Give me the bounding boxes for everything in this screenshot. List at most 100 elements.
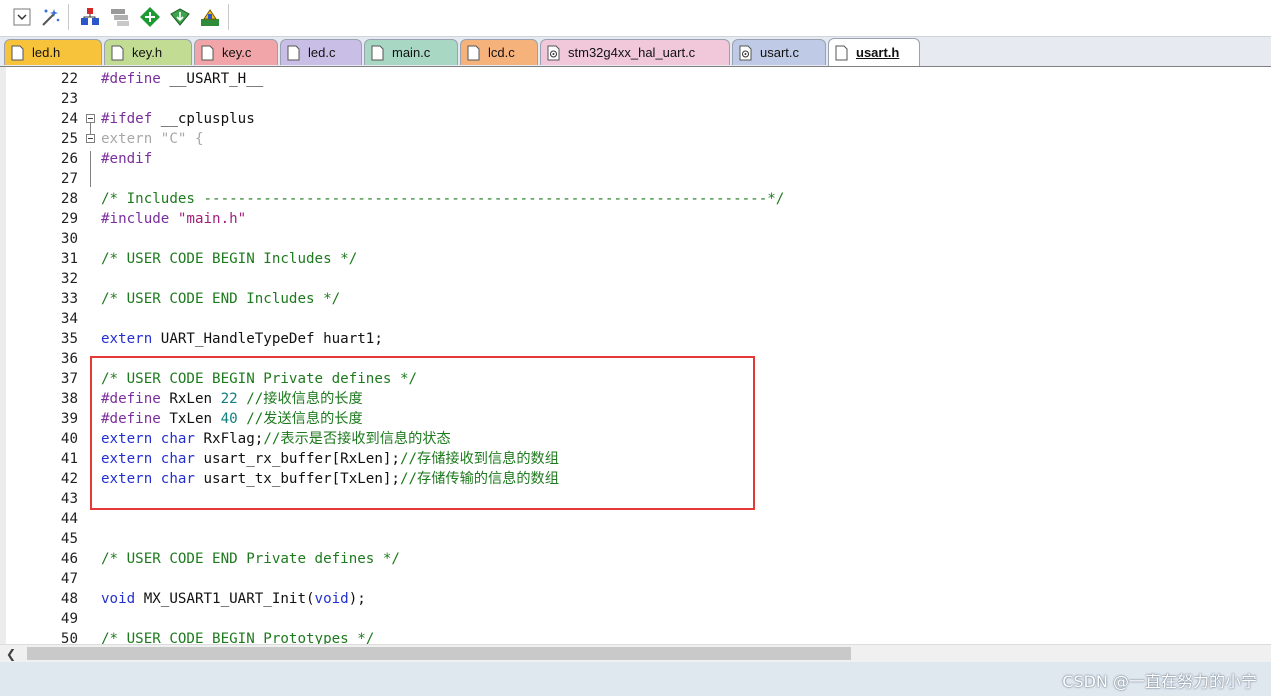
tab-key-h[interactable]: key.h <box>104 39 192 65</box>
code-text: void MX_USART1_UART_Init(void); <box>101 589 366 609</box>
code-line[interactable]: 32 <box>0 269 1271 289</box>
tab-usart-h[interactable]: usart.h <box>828 38 920 66</box>
code-text: extern char RxFlag;//表示是否接收到信息的状态 <box>101 429 451 449</box>
stack-icon[interactable] <box>108 5 132 29</box>
code-token: #include <box>101 211 170 227</box>
code-token: /* USER CODE END Includes */ <box>101 291 341 307</box>
tab-key-c[interactable]: key.c <box>194 39 278 65</box>
code-line[interactable]: 46 /* USER CODE END Private defines */ <box>0 549 1271 569</box>
line-number: 49 <box>60 611 78 627</box>
code-text: #endif <box>101 149 152 169</box>
tab-label: usart.c <box>760 45 800 60</box>
code-token: char <box>160 431 195 447</box>
code-line[interactable]: 26 #endif <box>0 149 1271 169</box>
tab-led-c[interactable]: led.c <box>280 39 362 65</box>
line-number: 48 <box>60 591 78 607</box>
horizontal-scrollbar[interactable]: ❮ <box>0 644 1271 663</box>
load-icon[interactable] <box>78 5 102 29</box>
code-token: char <box>160 471 195 487</box>
tab-usart-c[interactable]: usart.c <box>732 39 826 65</box>
line-number: 45 <box>60 531 78 547</box>
code-token: "main.h" <box>177 211 247 227</box>
code-line[interactable]: 38 #define RxLen 22 //接收信息的长度 <box>0 389 1271 409</box>
toolbar <box>0 0 1271 36</box>
code-token: #define <box>101 391 161 407</box>
code-token: usart_tx_buffer[TxLen]; <box>194 471 400 487</box>
code-line[interactable]: 30 <box>0 229 1271 249</box>
code-line[interactable]: 48 void MX_USART1_UART_Init(void); <box>0 589 1271 609</box>
tab-label: led.c <box>308 45 336 60</box>
code-line[interactable]: 31 /* USER CODE BEGIN Includes */ <box>0 249 1271 269</box>
code-line[interactable]: 24 #ifdef __cplusplus <box>0 109 1271 129</box>
code-text: /* USER CODE BEGIN Includes */ <box>101 249 357 269</box>
dropdown-checkbox-icon[interactable] <box>10 5 34 29</box>
code-line[interactable]: 43 <box>0 489 1271 509</box>
code-text: /* USER CODE END Includes */ <box>101 289 340 309</box>
source-file-icon <box>287 45 300 60</box>
code-text: /* USER CODE BEGIN Prototypes */ <box>101 629 374 645</box>
line-number: 39 <box>60 411 78 427</box>
code-line[interactable]: 35 extern UART_HandleTypeDef huart1; <box>0 329 1271 349</box>
code-token: extern <box>101 431 153 447</box>
code-line[interactable]: 27 <box>0 169 1271 189</box>
header-file-icon <box>835 45 848 60</box>
code-token: /* USER CODE BEGIN Includes */ <box>101 251 358 267</box>
code-token: __USART_H__ <box>160 71 264 87</box>
source-file-icon <box>371 45 384 60</box>
code-line[interactable]: 23 <box>0 89 1271 109</box>
code-line[interactable]: 33 /* USER CODE END Includes */ <box>0 289 1271 309</box>
code-line[interactable]: 39 #define TxLen 40 //发送信息的长度 <box>0 409 1271 429</box>
tab-label: stm32g4xx_hal_uart.c <box>568 45 696 60</box>
code-line[interactable]: 36 <box>0 349 1271 369</box>
code-line[interactable]: 37 /* USER CODE BEGIN Private defines */ <box>0 369 1271 389</box>
tab-label: key.c <box>222 45 252 60</box>
code-token: void <box>101 591 136 607</box>
line-number: 47 <box>60 571 78 587</box>
scroll-left-icon[interactable]: ❮ <box>6 647 16 661</box>
code-line[interactable]: 45 <box>0 529 1271 549</box>
code-line[interactable]: 41 extern char usart_rx_buffer[RxLen];//存… <box>0 449 1271 469</box>
code-editor[interactable]: 22 #define __USART_H__ 23 24 #ifdef __cplusp… <box>0 66 1271 645</box>
code-line[interactable]: 42 extern char usart_tx_buffer[TxLen];//存… <box>0 469 1271 489</box>
code-token: #ifdef <box>101 111 153 127</box>
line-number: 44 <box>60 511 78 527</box>
download-icon[interactable] <box>168 5 192 29</box>
code-line[interactable]: 25 extern "C" { <box>0 129 1271 149</box>
code-token: MX_USART1_UART_Init( <box>135 591 315 607</box>
code-line[interactable]: 40 extern char RxFlag;//表示是否接收到信息的状态 <box>0 429 1271 449</box>
line-number: 43 <box>60 491 78 507</box>
tab-lcd-c[interactable]: lcd.c <box>460 39 538 65</box>
tab-led-h[interactable]: led.h <box>4 39 102 65</box>
code-line[interactable]: 29 #include "main.h" <box>0 209 1271 229</box>
green-diamond-icon[interactable] <box>138 5 162 29</box>
magic-wand-icon[interactable] <box>38 5 62 29</box>
code-line[interactable]: 50 /* USER CODE BEGIN Prototypes */ <box>0 629 1271 645</box>
code-token: #define <box>101 411 161 427</box>
fold-toggle-icon[interactable] <box>86 134 95 143</box>
code-line[interactable]: 47 <box>0 569 1271 589</box>
line-number: 33 <box>60 291 78 307</box>
tab-label: usart.h <box>856 45 900 60</box>
code-token: 40 <box>220 411 238 427</box>
code-line[interactable]: 34 <box>0 309 1271 329</box>
build-icon[interactable] <box>198 5 222 29</box>
code-text: #include "main.h" <box>101 209 246 229</box>
code-text: /* Includes ----------------------------… <box>101 189 784 209</box>
code-line[interactable]: 49 <box>0 609 1271 629</box>
tab-stm32g4xx-hal-uart-c[interactable]: stm32g4xx_hal_uart.c <box>540 39 730 65</box>
code-line[interactable]: 22 #define __USART_H__ <box>0 69 1271 89</box>
line-number: 32 <box>60 271 78 287</box>
code-line[interactable]: 44 <box>0 509 1271 529</box>
fold-toggle-icon[interactable] <box>86 114 95 123</box>
code-token: __cplusplus <box>152 111 255 127</box>
scrollbar-thumb[interactable] <box>27 647 851 660</box>
tab-label: key.h <box>132 45 163 60</box>
code-line[interactable]: 28 /* Includes --------------------------… <box>0 189 1271 209</box>
line-number: 31 <box>60 251 78 267</box>
code-token: extern <box>101 331 153 347</box>
code-text: extern UART_HandleTypeDef huart1; <box>101 329 383 349</box>
library-file-icon <box>739 45 752 60</box>
line-number: 27 <box>60 171 78 187</box>
code-text: extern char usart_tx_buffer[TxLen];//存储传… <box>101 469 559 489</box>
tab-main-c[interactable]: main.c <box>364 39 458 65</box>
